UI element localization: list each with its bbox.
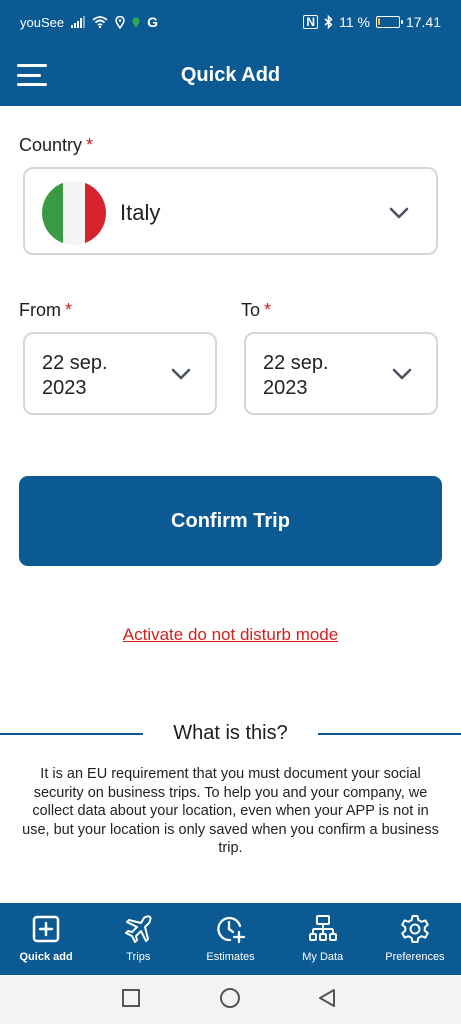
chevron-down-icon — [171, 368, 191, 380]
bluetooth-icon — [324, 15, 333, 29]
from-date-year: 2023 — [42, 377, 87, 399]
confirm-trip-button[interactable]: Confirm Trip — [19, 476, 442, 566]
nfc-icon: N — [303, 15, 319, 29]
home-icon[interactable] — [219, 987, 241, 1009]
nav-quick-add[interactable]: Quick add — [0, 903, 92, 975]
country-select[interactable]: Italy — [23, 167, 438, 255]
do-not-disturb-link[interactable]: Activate do not disturb mode — [0, 625, 461, 645]
system-nav-bar — [0, 975, 461, 1024]
recent-apps-icon[interactable] — [121, 988, 141, 1008]
nav-label: Quick add — [19, 951, 73, 963]
nav-my-data[interactable]: My Data — [277, 903, 369, 975]
to-date-value: 22 sep. 2023 — [263, 351, 383, 401]
signal-icon — [71, 16, 86, 28]
location-icon — [115, 15, 125, 29]
wifi-icon — [92, 16, 108, 28]
required-mark: * — [86, 135, 94, 155]
required-mark: * — [65, 300, 73, 320]
battery-fill — [377, 18, 380, 25]
to-label: To * — [241, 300, 271, 321]
maps-pin-icon — [132, 17, 140, 27]
carrier-name: youSee — [20, 14, 65, 30]
from-date-value: 22 sep. 2023 — [42, 351, 162, 401]
chevron-down-icon — [389, 207, 409, 219]
airplane-icon — [125, 915, 152, 943]
country-label-text: Country — [19, 135, 83, 155]
from-label-text: From — [19, 300, 61, 320]
app-bar: Quick Add — [0, 48, 461, 106]
chevron-down-icon — [392, 368, 412, 380]
required-mark: * — [264, 300, 272, 320]
info-text: It is an EU requirement that you must do… — [22, 766, 439, 856]
plus-square-icon — [32, 915, 60, 943]
flag-stripe-white — [63, 181, 85, 245]
country-value: Italy — [120, 200, 161, 225]
nav-label: Preferences — [385, 951, 445, 963]
battery-icon — [375, 16, 403, 28]
nav-label: Estimates — [206, 951, 255, 963]
status-bar: youSee G N 11 % 17.41 — [0, 0, 461, 48]
nav-estimates[interactable]: Estimates — [184, 903, 276, 975]
from-date-select[interactable]: 22 sep. 2023 — [23, 332, 217, 415]
nav-label: My Data — [302, 951, 344, 963]
from-label: From * — [19, 300, 72, 321]
back-icon[interactable] — [317, 988, 337, 1008]
to-date-year: 2023 — [263, 377, 308, 399]
italy-flag-icon — [42, 181, 106, 245]
gear-icon — [401, 915, 429, 943]
nav-label: Trips — [126, 951, 151, 963]
page-title: Quick Add — [180, 64, 281, 86]
flag-stripe-green — [42, 181, 64, 245]
google-icon: G — [147, 14, 158, 30]
to-date-select[interactable]: 22 sep. 2023 — [244, 332, 438, 415]
country-label: Country * — [19, 135, 93, 156]
nav-trips[interactable]: Trips — [92, 903, 184, 975]
data-tree-icon — [308, 915, 337, 941]
to-label-text: To — [241, 300, 261, 320]
nav-preferences[interactable]: Preferences — [369, 903, 461, 975]
battery-percent: 11 % — [339, 14, 370, 30]
clock: 17.41 — [405, 14, 441, 30]
to-date-day: 22 sep. — [263, 352, 329, 374]
flag-stripe-red — [84, 181, 106, 245]
from-date-day: 22 sep. — [42, 352, 108, 374]
bottom-nav: Quick add Trips Estimates My Data Prefer… — [0, 903, 461, 975]
clock-plus-icon — [216, 916, 245, 944]
info-title: What is this? — [173, 722, 288, 744]
